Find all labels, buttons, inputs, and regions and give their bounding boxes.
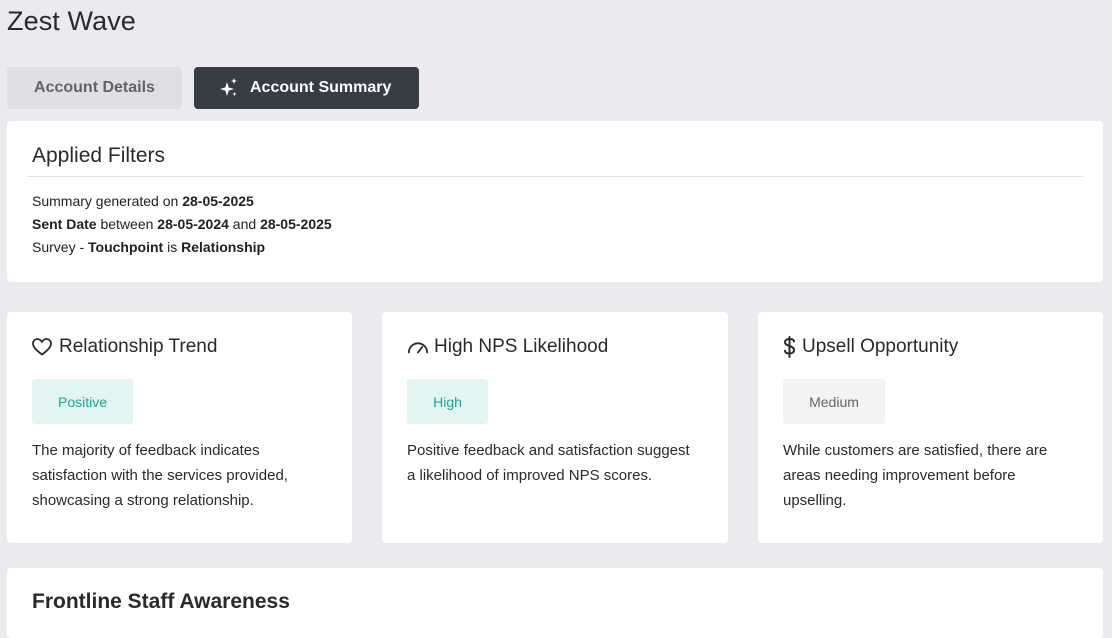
heart-icon xyxy=(32,336,54,358)
page-title: Zest Wave xyxy=(7,6,136,36)
metric-title-text: High NPS Likelihood xyxy=(434,336,609,357)
filter-field: Touchpoint xyxy=(88,239,164,255)
filter-value: 28-05-2025 xyxy=(182,193,254,209)
dollar-icon xyxy=(783,336,799,358)
filter-summary-date: Summary generated on 28-05-2025 xyxy=(32,193,254,209)
metric-title-text: Relationship Trend xyxy=(59,336,218,357)
divider xyxy=(27,176,1083,177)
tab-account-summary[interactable]: Account Summary xyxy=(194,67,419,109)
applied-filters-title: Applied Filters xyxy=(32,144,166,167)
filter-value: 28-05-2025 xyxy=(260,216,332,232)
filter-value: Relationship xyxy=(181,239,266,255)
filter-value: 28-05-2024 xyxy=(157,216,229,232)
status-badge: Positive xyxy=(32,379,133,424)
status-badge: Medium xyxy=(783,379,885,424)
frontline-staff-title: Frontline Staff Awareness xyxy=(32,590,290,613)
relationship-trend-title: Relationship Trend xyxy=(32,336,217,358)
nps-likelihood-title: High NPS Likelihood xyxy=(407,336,608,358)
nps-likelihood-card: High NPS Likelihood High Positive feedba… xyxy=(382,312,728,543)
upsell-opportunity-card: Upsell Opportunity Medium While customer… xyxy=(758,312,1103,543)
filter-text: is xyxy=(163,239,182,255)
filter-text: Summary generated on xyxy=(32,193,183,209)
tab-account-details-label: Account Details xyxy=(34,79,155,96)
status-badge: High xyxy=(407,379,488,424)
upsell-opportunity-title: Upsell Opportunity xyxy=(783,336,958,358)
metric-description: Positive feedback and satisfaction sugge… xyxy=(407,442,690,484)
filter-field: Sent Date xyxy=(32,216,97,232)
filter-text: between xyxy=(96,216,158,232)
filter-sent-date: Sent Date between 28-05-2024 and 28-05-2… xyxy=(32,216,332,232)
relationship-trend-card: Relationship Trend Positive The majority… xyxy=(7,312,352,543)
tab-account-summary-label: Account Summary xyxy=(250,79,392,96)
sparkle-icon xyxy=(220,78,238,98)
applied-filters-card: Applied Filters Summary generated on 28-… xyxy=(7,121,1103,282)
filter-touchpoint: Survey - Touchpoint is Relationship xyxy=(32,239,265,255)
metric-description: While customers are satisfied, there are… xyxy=(783,442,1048,509)
metric-description: The majority of feedback indicates satis… xyxy=(32,442,288,509)
filter-text: Survey - xyxy=(32,239,89,255)
tab-account-details[interactable]: Account Details xyxy=(7,67,182,109)
gauge-icon xyxy=(407,336,429,358)
tab-bar: Account Details Account Summary xyxy=(7,67,419,109)
filter-text: and xyxy=(228,216,261,232)
metric-title-text: Upsell Opportunity xyxy=(802,336,959,357)
